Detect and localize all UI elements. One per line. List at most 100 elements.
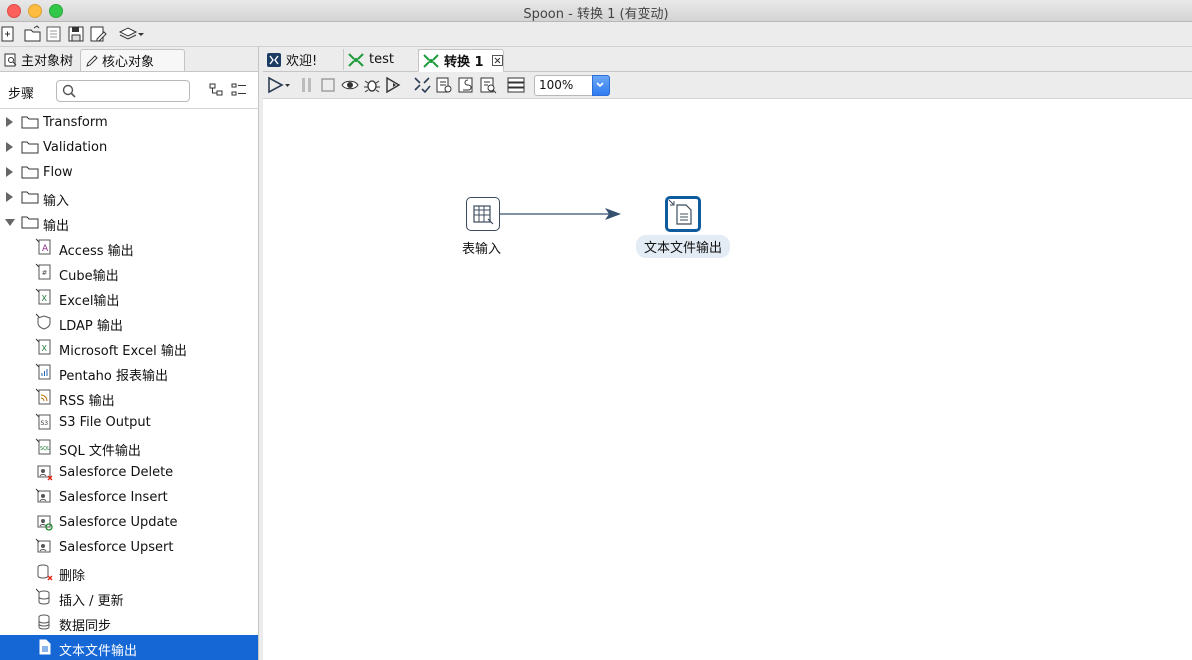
stop-icon[interactable] [320, 76, 336, 98]
open-file-icon[interactable] [24, 25, 42, 43]
tree-step-microsoft-excel-output[interactable]: X Microsoft Excel 输出 [0, 335, 258, 360]
tree-folder-output[interactable]: 输出 [0, 210, 258, 235]
folder-icon [21, 166, 39, 179]
tab-transformation-1-label: 转换 1 [444, 55, 484, 70]
tab-main-object-tree-label: 主对象树 [21, 54, 74, 69]
svg-text:X: X [42, 344, 48, 353]
svg-text:X: X [42, 294, 48, 303]
collapse-arrow-icon[interactable] [5, 219, 15, 226]
collapse-tree-icon[interactable] [209, 83, 225, 101]
tree-folder-flow[interactable]: Flow [0, 160, 258, 185]
tree-step-label: Salesforce Insert [59, 490, 168, 505]
salesforce-update-icon [37, 515, 53, 531]
right-panel: 欢迎! test 转换 1 100% 表输入 文本文件输出 [263, 47, 1192, 660]
tree-step-delete[interactable]: 删除 [0, 560, 258, 585]
preview-icon[interactable] [341, 76, 359, 98]
step-table-input[interactable] [466, 197, 500, 231]
tab-test[interactable]: test [344, 49, 419, 70]
editor-tab-bar: 欢迎! test 转换 1 [263, 47, 1192, 72]
explore-repository-icon[interactable] [45, 25, 63, 43]
tree-folder-input[interactable]: 输入 [0, 185, 258, 210]
tree-folder-validation[interactable]: Validation [0, 135, 258, 160]
pentaho-report-output-icon [35, 363, 51, 380]
step-label-text-file-output: 文本文件输出 [636, 235, 731, 258]
tree-step-ldap-output[interactable]: LDAP 输出 [0, 310, 258, 335]
tree-step-sql-file-output[interactable]: SQL SQL 文件输出 [0, 435, 258, 460]
tree-folder-label: 输出 [43, 219, 70, 234]
tree-step-salesforce-update[interactable]: Salesforce Update [0, 510, 258, 535]
svg-text:S3: S3 [41, 420, 49, 427]
expand-arrow-icon[interactable] [6, 117, 13, 127]
tree-step-salesforce-insert[interactable]: Salesforce Insert [0, 485, 258, 510]
tree-step-salesforce-delete[interactable]: Salesforce Delete [0, 460, 258, 485]
tree-folder-label: 输入 [43, 194, 70, 209]
transformation-canvas[interactable]: 表输入 文本文件输出 [263, 99, 1192, 660]
tree-folder-transform[interactable]: Transform [0, 110, 258, 135]
tree-step-rss-output[interactable]: RSS 输出 [0, 385, 258, 410]
ldap-output-icon [35, 313, 51, 330]
tree-step-s3-file-output[interactable]: S3 S3 File Output [0, 410, 258, 435]
welcome-icon [267, 52, 281, 67]
window-title: Spoon - 转换 1 (有变动) [523, 7, 669, 22]
chevron-down-icon[interactable] [592, 75, 610, 96]
tree-step-text-file-output[interactable]: 文本文件输出 [0, 635, 258, 660]
tab-transformation-1[interactable]: 转换 1 [418, 49, 504, 72]
object-tree-icon [4, 53, 17, 66]
tree-step-pentaho-report-output[interactable]: Pentaho 报表输出 [0, 360, 258, 385]
impact-analysis-icon[interactable] [435, 76, 453, 98]
replay-icon[interactable] [385, 76, 403, 98]
tree-step-label: 数据同步 [59, 619, 112, 634]
tree-step-data-sync[interactable]: 数据同步 [0, 610, 258, 635]
access-output-icon: A [35, 238, 51, 255]
tree-step-label: LDAP 输出 [59, 319, 123, 334]
hop-layer [499, 208, 621, 220]
debug-icon[interactable] [363, 76, 381, 98]
show-results-icon[interactable] [507, 76, 525, 98]
title-bar: Spoon - 转换 1 (有变动) [0, 0, 1192, 22]
pause-icon[interactable] [300, 76, 314, 98]
run-icon[interactable] [267, 76, 291, 98]
tree-folder-label: Validation [43, 140, 108, 155]
left-panel: 主对象树 核心对象 步骤 Transform Validation Flow 输… [0, 47, 259, 660]
pencil-icon [86, 54, 98, 67]
steps-search-input[interactable] [56, 80, 190, 102]
expand-arrow-icon[interactable] [6, 167, 13, 177]
save-as-icon[interactable] [89, 25, 107, 43]
tree-step-label: 删除 [59, 569, 86, 584]
canvas-toolbar: 100% [263, 72, 1192, 99]
text-file-output-icon [39, 639, 51, 655]
tree-step-label: 插入 / 更新 [59, 594, 124, 609]
expand-arrow-icon[interactable] [6, 142, 13, 152]
tree-step-access-output[interactable]: A Access 输出 [0, 235, 258, 260]
tree-step-label: Microsoft Excel 输出 [59, 344, 187, 359]
expand-tree-icon[interactable] [231, 83, 247, 101]
step-text-file-output[interactable] [665, 196, 701, 232]
sql-icon[interactable] [457, 76, 475, 98]
tree-step-label: S3 File Output [59, 415, 151, 430]
tab-core-objects[interactable]: 核心对象 [80, 49, 185, 71]
expand-arrow-icon[interactable] [6, 192, 13, 202]
tab-test-label: test [369, 52, 394, 67]
tab-welcome[interactable]: 欢迎! [263, 49, 344, 70]
verify-icon[interactable] [413, 76, 431, 98]
zoom-select[interactable]: 100% [534, 75, 610, 96]
explore-database-icon[interactable] [479, 76, 497, 98]
left-tab-bar: 主对象树 核心对象 [0, 47, 258, 72]
tree-step-label: Salesforce Upsert [59, 540, 174, 555]
new-file-icon[interactable] [0, 25, 18, 43]
tab-main-object-tree[interactable]: 主对象树 [0, 49, 77, 70]
tree-step-salesforce-upsert[interactable]: Salesforce Upsert [0, 535, 258, 560]
tree-step-insert-update[interactable]: 插入 / 更新 [0, 585, 258, 610]
tree-step-cube-output[interactable]: # Cube输出 [0, 260, 258, 285]
close-tab-icon[interactable] [491, 55, 503, 66]
folder-icon [21, 116, 39, 129]
tree-step-label: Access 输出 [59, 244, 134, 259]
transformation-icon [423, 53, 439, 68]
layers-menu-icon[interactable] [118, 25, 145, 43]
insert-update-icon [35, 588, 50, 605]
tree-step-excel-output[interactable]: X Excel输出 [0, 285, 258, 310]
table-input-icon [473, 205, 494, 225]
save-icon[interactable] [67, 25, 85, 43]
tree-step-label: Pentaho 报表输出 [59, 369, 169, 384]
tree-step-label: Cube输出 [59, 269, 119, 284]
